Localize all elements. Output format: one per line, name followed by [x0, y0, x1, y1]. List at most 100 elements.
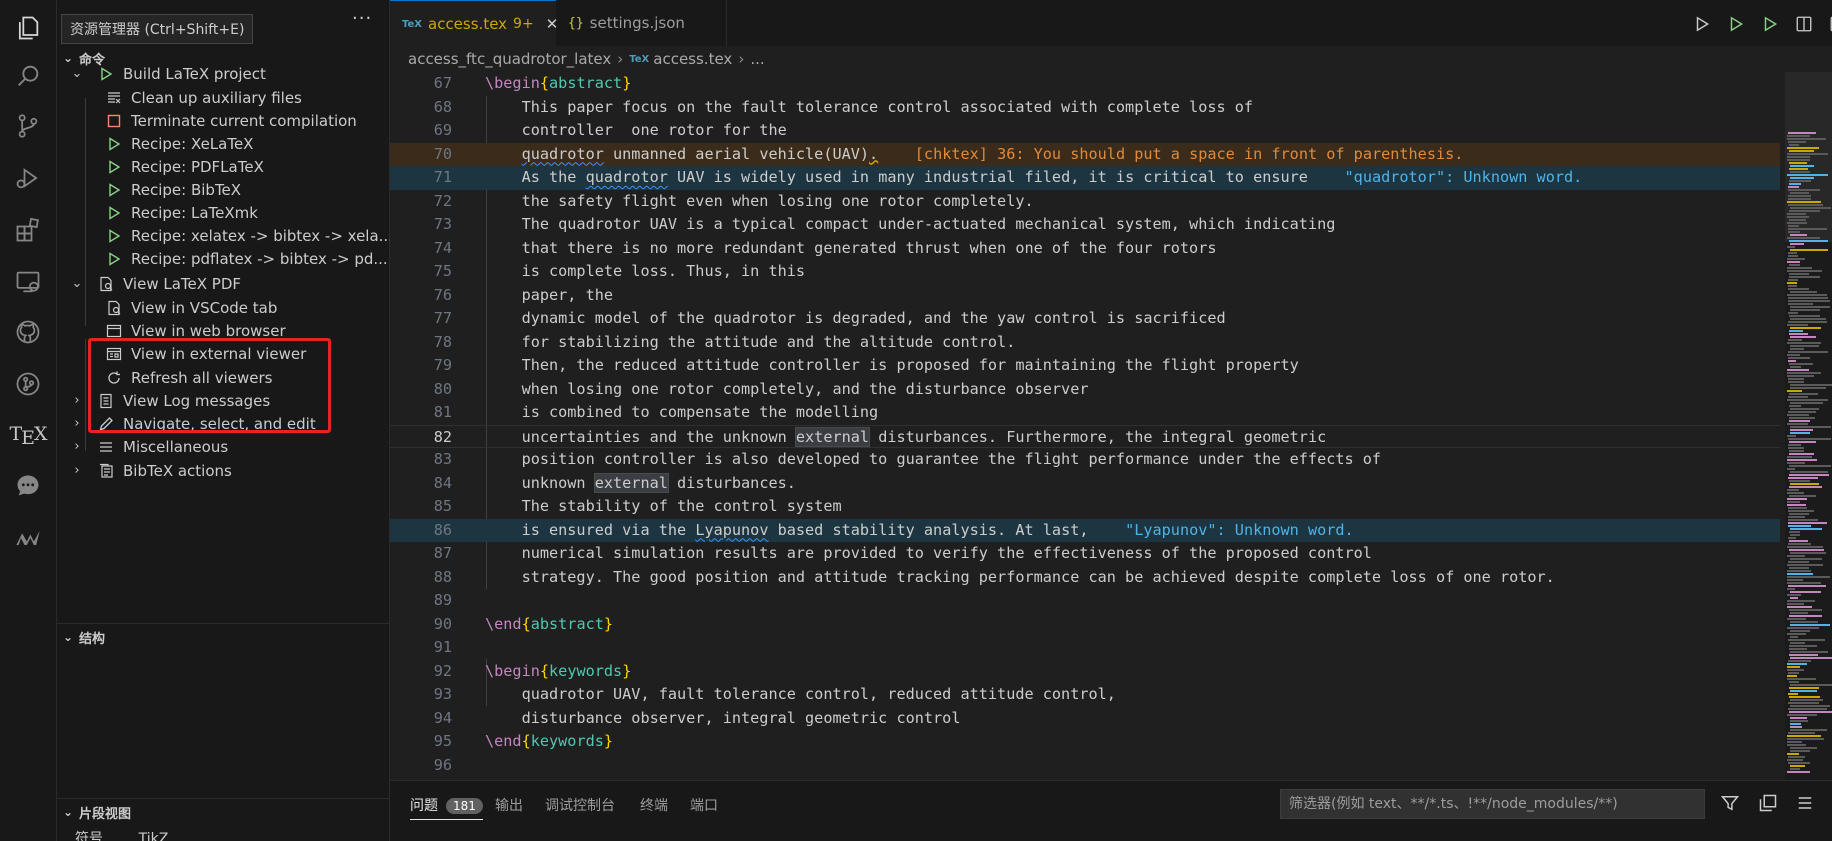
code-line[interactable]: 89 [390, 589, 1780, 613]
chevron-right-icon[interactable]: › [69, 393, 85, 408]
code-line[interactable]: 68 This paper focus on the fault toleran… [390, 96, 1780, 120]
code-line[interactable]: 69 controller one rotor for the [390, 119, 1780, 143]
tab-access-tex[interactable]: TeX access.tex 9+ ✕ [390, 0, 558, 47]
code-line[interactable]: 75 is complete loss. Thus, in this [390, 260, 1780, 284]
chat-icon[interactable] [8, 466, 48, 506]
minimap-line [1789, 333, 1808, 335]
minimap-line [1787, 372, 1821, 374]
run-debug-icon[interactable] [8, 158, 48, 198]
code-token: external [794, 426, 871, 447]
code-line[interactable]: 92 \begin{keywords} [390, 660, 1780, 684]
explorer-icon[interactable] [8, 8, 48, 48]
code-line[interactable]: 94 disturbance observer, integral geomet… [390, 707, 1780, 731]
tab-problems[interactable]: 问题 181 [410, 795, 483, 820]
minimap-line [1787, 618, 1806, 620]
tree-item[interactable]: › BibTeX actions [57, 457, 389, 484]
code-line[interactable]: 87 numerical simulation results are prov… [390, 542, 1780, 566]
tab-terminal[interactable]: 终端 [640, 795, 668, 815]
code-line[interactable]: 76 paper, the [390, 284, 1780, 308]
code-line[interactable]: 93 quadrotor UAV, fault tolerance contro… [390, 683, 1780, 707]
code-token: for stabilizing the attitude and the alt… [485, 332, 1016, 351]
code-token: unknown [485, 473, 595, 492]
code-line[interactable]: 90 \end{abstract} [390, 613, 1780, 637]
code-line[interactable]: 80 when losing one rotor completely, and… [390, 378, 1780, 402]
minimap-line [1788, 561, 1809, 563]
more-actions-icon[interactable]: ··· [352, 8, 372, 29]
code-line[interactable]: 78 for stabilizing the attitude and the … [390, 331, 1780, 355]
line-number: 79 [433, 356, 452, 374]
minimap-line [1790, 768, 1800, 770]
breadcrumb-symbol[interactable]: ... [750, 50, 764, 68]
code-line[interactable]: 79 Then, the reduced attitude controller… [390, 354, 1780, 378]
code-line[interactable]: 86 is ensured via the Lyapunov based sta… [390, 518, 1780, 542]
tree-item[interactable]: ⌄ View LaTeX PDF [57, 270, 389, 297]
tab-output[interactable]: 输出 [495, 795, 523, 815]
chevron-right-icon[interactable]: › [69, 439, 85, 454]
minimap-line [1790, 621, 1818, 623]
extensions-icon[interactable] [8, 210, 48, 250]
split-editor-icon[interactable] [1826, 12, 1832, 36]
code-line[interactable]: 77 dynamic model of the quadrotor is deg… [390, 307, 1780, 331]
m-logo-icon[interactable] [8, 518, 48, 558]
chevron-down-icon[interactable]: ⌄ [69, 66, 85, 81]
snippet-tabs[interactable]: 符号 TikZ [75, 828, 168, 841]
breadcrumb-folder[interactable]: access_ftc_quadrotor_latex [408, 50, 611, 68]
play-icon [105, 135, 123, 153]
minimap[interactable] [1785, 72, 1832, 780]
code-line[interactable]: 96 [390, 754, 1780, 778]
tab-ports[interactable]: 端口 [690, 795, 718, 815]
code-line[interactable]: 71 As the quadrotor UAV is widely used i… [390, 166, 1780, 190]
chevron-right-icon[interactable]: › [69, 463, 85, 478]
code-line[interactable]: 84 unknown external disturbances. [390, 472, 1780, 496]
run-recipe-icon[interactable] [1758, 12, 1782, 36]
code-editor[interactable]: 67 \begin{abstract} 68 This paper focus on… [390, 72, 1785, 780]
code-line[interactable]: 83 position controller is also developed… [390, 448, 1780, 472]
code-line[interactable]: 81 is combined to compensate the modelli… [390, 401, 1780, 425]
code-line[interactable]: 72 the safety flight even when losing on… [390, 190, 1780, 214]
search-icon[interactable] [8, 56, 48, 96]
tab-debug-console[interactable]: 调试控制台 [545, 795, 615, 815]
remote-explorer-icon[interactable] [8, 262, 48, 302]
activity-bar: TEX [0, 0, 57, 841]
tex-icon[interactable]: TEX [8, 414, 48, 454]
git-graph-icon[interactable] [8, 364, 48, 404]
preview-icon[interactable] [1792, 12, 1816, 36]
code-line[interactable]: 74 that there is no more redundant gener… [390, 237, 1780, 261]
chevron-down-icon[interactable]: ⌄ [69, 276, 85, 291]
chevron-right-icon[interactable]: › [69, 416, 85, 431]
github-icon[interactable] [8, 312, 48, 352]
code-line[interactable]: 95 \end{keywords} [390, 730, 1780, 754]
preview-icon [97, 275, 115, 293]
structure-section-header[interactable]: ⌄ 结构 [57, 623, 389, 650]
line-code: This paper focus on the fault tolerance … [485, 96, 1254, 120]
view-as-table-icon[interactable] [1795, 793, 1815, 817]
tree-item[interactable]: ⌄ Build LaTeX project [57, 60, 389, 87]
tree-item[interactable]: › Miscellaneous [57, 433, 389, 460]
minimap-line [1790, 624, 1830, 626]
run-icon[interactable] [1690, 12, 1714, 36]
code-line[interactable]: 70 quadrotor unmanned aerial vehicle(UAV… [390, 142, 1780, 166]
line-code: The quadrotor UAV is a typical compact u… [485, 213, 1336, 237]
tree-item[interactable]: Recipe: pdflatex -> bibtex -> pd... [57, 245, 389, 272]
source-control-icon[interactable] [8, 106, 48, 146]
minimap-line [1790, 612, 1808, 614]
code-line[interactable]: 73 The quadrotor UAV is a typical compac… [390, 213, 1780, 237]
build-latex-icon[interactable] [1724, 12, 1748, 36]
tab-settings-json[interactable]: {} settings.json [556, 0, 727, 46]
collapse-all-icon[interactable] [1758, 793, 1778, 817]
code-token: when losing one rotor completely, and th… [485, 379, 1089, 398]
breadcrumb-file[interactable]: access.tex [653, 50, 732, 68]
minimap-line [1788, 447, 1804, 449]
code-line[interactable]: 67 \begin{abstract} [390, 72, 1780, 96]
code-line[interactable]: 91 [390, 636, 1780, 660]
minimap-line [1788, 522, 1827, 524]
minimap-line [1787, 753, 1799, 755]
snippet-section-header[interactable]: ⌄ 片段视图 [57, 798, 389, 825]
problems-filter-input[interactable]: 筛选器(例如 text、**/*.ts、!**/node_modules/**) [1280, 789, 1705, 819]
code-line[interactable]: 85 The stability of the control system [390, 495, 1780, 519]
filter-icon[interactable] [1720, 793, 1740, 817]
code-line[interactable]: 82 uncertainties and the unknown externa… [390, 424, 1780, 448]
code-line[interactable]: 88 strategy. The good position and attit… [390, 566, 1780, 590]
chevron-right-icon: › [738, 50, 745, 68]
minimap-line [1789, 654, 1818, 656]
